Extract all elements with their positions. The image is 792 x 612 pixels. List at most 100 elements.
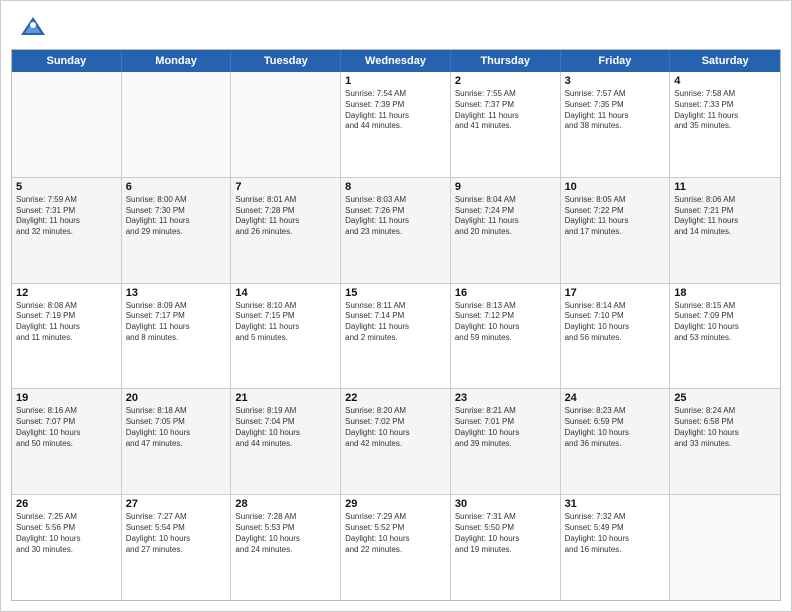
day-number: 31 xyxy=(565,498,666,510)
day-number: 6 xyxy=(126,181,227,193)
empty-cell-r0c1 xyxy=(122,72,232,177)
day-cell-31: 31 Sunrise: 7:32 AM Sunset: 5:49 PM Dayli… xyxy=(561,495,671,600)
weekday-header-friday: Friday xyxy=(561,50,671,72)
day-cell-4: 4Sunrise: 7:58 AM Sunset: 7:33 PM Daylig… xyxy=(670,72,780,177)
day-info: Sunrise: 7:59 AM Sunset: 7:31 PM Dayligh… xyxy=(16,195,117,238)
day-cell-10: 10 Sunrise: 8:05 AM Sunset: 7:22 PM Dayli… xyxy=(561,178,671,283)
calendar-row-5: 26Sunrise: 7:25 AM Sunset: 5:56 PM Dayli… xyxy=(12,494,780,600)
day-info: Sunrise: 8:24 AM Sunset: 6:58 PM Dayligh… xyxy=(674,406,776,449)
day-info: Sunrise: 8:05 AM Sunset: 7:22 PM Dayligh… xyxy=(565,195,666,238)
day-cell-7: 7Sunrise: 8:01 AM Sunset: 7:28 PM Daylig… xyxy=(231,178,341,283)
day-info: Sunrise: 8:18 AM Sunset: 7:05 PM Dayligh… xyxy=(126,406,227,449)
day-cell-18: 18 Sunrise: 8:15 AM Sunset: 7:09 PM Dayli… xyxy=(670,284,780,389)
day-cell-30: 30 Sunrise: 7:31 AM Sunset: 5:50 PM Dayli… xyxy=(451,495,561,600)
day-cell-25: 25 Sunrise: 8:24 AM Sunset: 6:58 PM Dayli… xyxy=(670,389,780,494)
day-info: Sunrise: 8:16 AM Sunset: 7:07 PM Dayligh… xyxy=(16,406,117,449)
day-cell-19: 19 Sunrise: 8:16 AM Sunset: 7:07 PM Dayli… xyxy=(12,389,122,494)
day-number: 15 xyxy=(345,287,446,299)
empty-cell-r0c2 xyxy=(231,72,341,177)
day-number: 1 xyxy=(345,75,446,87)
day-number: 2 xyxy=(455,75,556,87)
day-cell-24: 24 Sunrise: 8:23 AM Sunset: 6:59 PM Dayli… xyxy=(561,389,671,494)
day-info: Sunrise: 8:21 AM Sunset: 7:01 PM Dayligh… xyxy=(455,406,556,449)
day-number: 20 xyxy=(126,392,227,404)
day-cell-20: 20 Sunrise: 8:18 AM Sunset: 7:05 PM Dayli… xyxy=(122,389,232,494)
day-info: Sunrise: 8:00 AM Sunset: 7:30 PM Dayligh… xyxy=(126,195,227,238)
day-cell-11: 11Sunrise: 8:06 AM Sunset: 7:21 PM Dayli… xyxy=(670,178,780,283)
day-cell-21: 21Sunrise: 8:19 AM Sunset: 7:04 PM Dayli… xyxy=(231,389,341,494)
day-cell-9: 9Sunrise: 8:04 AM Sunset: 7:24 PM Daylig… xyxy=(451,178,561,283)
day-info: Sunrise: 8:14 AM Sunset: 7:10 PM Dayligh… xyxy=(565,301,666,344)
day-cell-23: 23Sunrise: 8:21 AM Sunset: 7:01 PM Dayli… xyxy=(451,389,561,494)
weekday-header-wednesday: Wednesday xyxy=(341,50,451,72)
day-number: 9 xyxy=(455,181,556,193)
day-number: 13 xyxy=(126,287,227,299)
day-info: Sunrise: 8:10 AM Sunset: 7:15 PM Dayligh… xyxy=(235,301,336,344)
day-info: Sunrise: 8:23 AM Sunset: 6:59 PM Dayligh… xyxy=(565,406,666,449)
day-number: 5 xyxy=(16,181,117,193)
day-cell-22: 22Sunrise: 8:20 AM Sunset: 7:02 PM Dayli… xyxy=(341,389,451,494)
weekday-header-thursday: Thursday xyxy=(451,50,561,72)
day-cell-5: 5 Sunrise: 7:59 AM Sunset: 7:31 PM Daylig… xyxy=(12,178,122,283)
page: SundayMondayTuesdayWednesdayThursdayFrid… xyxy=(0,0,792,612)
calendar-header: SundayMondayTuesdayWednesdayThursdayFrid… xyxy=(12,50,780,72)
day-number: 10 xyxy=(565,181,666,193)
day-cell-6: 6 Sunrise: 8:00 AM Sunset: 7:30 PM Daylig… xyxy=(122,178,232,283)
day-number: 18 xyxy=(674,287,776,299)
day-info: Sunrise: 7:55 AM Sunset: 7:37 PM Dayligh… xyxy=(455,89,556,132)
calendar-row-1: 1 Sunrise: 7:54 AM Sunset: 7:39 PM Daylig… xyxy=(12,72,780,177)
day-number: 3 xyxy=(565,75,666,87)
day-cell-16: 16 Sunrise: 8:13 AM Sunset: 7:12 PM Dayli… xyxy=(451,284,561,389)
day-info: Sunrise: 7:58 AM Sunset: 7:33 PM Dayligh… xyxy=(674,89,776,132)
day-cell-17: 17 Sunrise: 8:14 AM Sunset: 7:10 PM Dayli… xyxy=(561,284,671,389)
logo-icon xyxy=(19,13,47,41)
calendar-row-3: 12Sunrise: 8:08 AM Sunset: 7:19 PM Dayli… xyxy=(12,283,780,389)
header xyxy=(1,1,791,49)
day-number: 22 xyxy=(345,392,446,404)
day-info: Sunrise: 8:01 AM Sunset: 7:28 PM Dayligh… xyxy=(235,195,336,238)
day-number: 27 xyxy=(126,498,227,510)
day-cell-26: 26Sunrise: 7:25 AM Sunset: 5:56 PM Dayli… xyxy=(12,495,122,600)
day-cell-27: 27 Sunrise: 7:27 AM Sunset: 5:54 PM Dayli… xyxy=(122,495,232,600)
day-info: Sunrise: 8:09 AM Sunset: 7:17 PM Dayligh… xyxy=(126,301,227,344)
day-info: Sunrise: 8:13 AM Sunset: 7:12 PM Dayligh… xyxy=(455,301,556,344)
day-cell-2: 2 Sunrise: 7:55 AM Sunset: 7:37 PM Daylig… xyxy=(451,72,561,177)
day-cell-29: 29Sunrise: 7:29 AM Sunset: 5:52 PM Dayli… xyxy=(341,495,451,600)
day-number: 28 xyxy=(235,498,336,510)
day-number: 16 xyxy=(455,287,556,299)
empty-cell-r0c0 xyxy=(12,72,122,177)
day-info: Sunrise: 8:11 AM Sunset: 7:14 PM Dayligh… xyxy=(345,301,446,344)
day-info: Sunrise: 7:31 AM Sunset: 5:50 PM Dayligh… xyxy=(455,512,556,555)
day-number: 17 xyxy=(565,287,666,299)
day-info: Sunrise: 7:54 AM Sunset: 7:39 PM Dayligh… xyxy=(345,89,446,132)
weekday-header-saturday: Saturday xyxy=(670,50,780,72)
day-info: Sunrise: 8:15 AM Sunset: 7:09 PM Dayligh… xyxy=(674,301,776,344)
day-cell-15: 15 Sunrise: 8:11 AM Sunset: 7:14 PM Dayli… xyxy=(341,284,451,389)
day-number: 24 xyxy=(565,392,666,404)
day-info: Sunrise: 7:32 AM Sunset: 5:49 PM Dayligh… xyxy=(565,512,666,555)
weekday-header-tuesday: Tuesday xyxy=(231,50,341,72)
day-info: Sunrise: 7:28 AM Sunset: 5:53 PM Dayligh… xyxy=(235,512,336,555)
logo xyxy=(19,13,51,41)
day-number: 25 xyxy=(674,392,776,404)
day-info: Sunrise: 7:27 AM Sunset: 5:54 PM Dayligh… xyxy=(126,512,227,555)
calendar-body: 1 Sunrise: 7:54 AM Sunset: 7:39 PM Daylig… xyxy=(12,72,780,600)
day-info: Sunrise: 7:57 AM Sunset: 7:35 PM Dayligh… xyxy=(565,89,666,132)
weekday-header-monday: Monday xyxy=(122,50,232,72)
empty-cell-r4c6 xyxy=(670,495,780,600)
day-number: 21 xyxy=(235,392,336,404)
day-cell-13: 13 Sunrise: 8:09 AM Sunset: 7:17 PM Dayli… xyxy=(122,284,232,389)
day-number: 29 xyxy=(345,498,446,510)
day-cell-14: 14 Sunrise: 8:10 AM Sunset: 7:15 PM Dayli… xyxy=(231,284,341,389)
day-number: 30 xyxy=(455,498,556,510)
day-number: 14 xyxy=(235,287,336,299)
day-cell-28: 28 Sunrise: 7:28 AM Sunset: 5:53 PM Dayli… xyxy=(231,495,341,600)
day-cell-8: 8Sunrise: 8:03 AM Sunset: 7:26 PM Daylig… xyxy=(341,178,451,283)
day-number: 11 xyxy=(674,181,776,193)
day-number: 19 xyxy=(16,392,117,404)
day-number: 8 xyxy=(345,181,446,193)
day-number: 26 xyxy=(16,498,117,510)
calendar-row-4: 19 Sunrise: 8:16 AM Sunset: 7:07 PM Dayli… xyxy=(12,388,780,494)
day-cell-3: 3 Sunrise: 7:57 AM Sunset: 7:35 PM Daylig… xyxy=(561,72,671,177)
weekday-header-sunday: Sunday xyxy=(12,50,122,72)
